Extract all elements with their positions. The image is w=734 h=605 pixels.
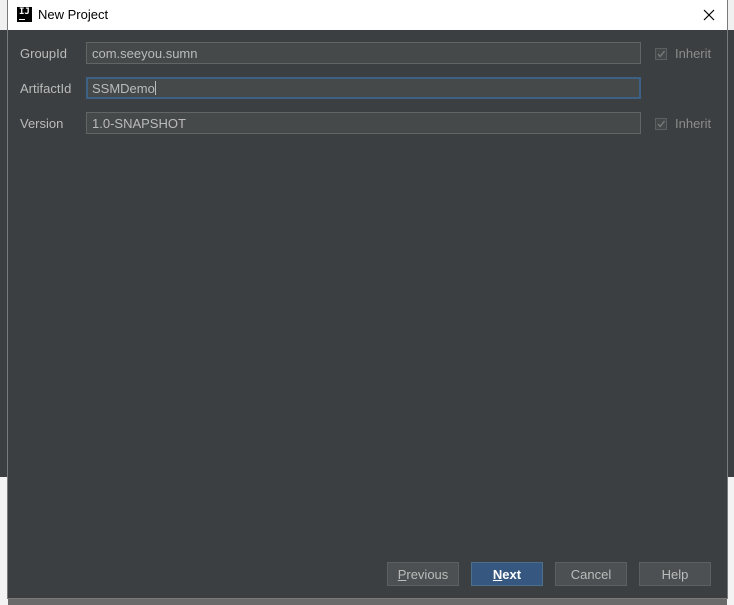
groupid-inherit-checkbox[interactable]: Inherit: [655, 46, 711, 61]
previous-label: revious: [406, 566, 449, 582]
artifactid-field[interactable]: SSMDemo: [86, 77, 641, 99]
artifactid-value: SSMDemo: [92, 81, 155, 96]
version-inherit-checkbox[interactable]: Inherit: [655, 116, 711, 131]
groupid-value: com.seeyou.sumn: [92, 46, 198, 61]
groupid-inherit-label: Inherit: [675, 46, 712, 61]
checkbox-box: [655, 47, 667, 60]
checkmark-icon: [657, 120, 666, 128]
background-window-edge-bottom-right: [727, 477, 734, 605]
version-value: 1.0-SNAPSHOT: [92, 116, 186, 131]
artifactid-label: ArtifactId: [20, 81, 72, 96]
close-icon: [703, 9, 715, 21]
version-field[interactable]: 1.0-SNAPSHOT: [86, 112, 641, 134]
next-button[interactable]: Next: [471, 562, 543, 586]
title-bar[interactable]: IJ New Project: [8, 0, 727, 30]
background-window-edge-right: [727, 30, 734, 477]
next-mnemonic: N: [492, 566, 503, 582]
version-inherit-label: Inherit: [675, 116, 712, 131]
help-button[interactable]: Help: [639, 562, 711, 586]
next-label: ext: [502, 566, 522, 582]
background-window-edge-bottom: [0, 477, 8, 605]
version-label: Version: [20, 116, 64, 131]
groupid-label: GroupId: [20, 46, 67, 61]
checkmark-icon: [657, 50, 666, 58]
window-title: New Project: [38, 7, 109, 22]
previous-button[interactable]: Previous: [387, 562, 459, 586]
previous-mnemonic: P: [397, 566, 407, 582]
intellij-idea-icon: IJ: [17, 7, 32, 22]
cancel-button[interactable]: Cancel: [555, 562, 627, 586]
text-caret: [154, 81, 156, 95]
close-button[interactable]: [698, 4, 720, 26]
checkbox-box: [655, 117, 667, 130]
groupid-field[interactable]: com.seeyou.sumn: [86, 42, 641, 64]
background-window-edge: [0, 30, 8, 477]
new-project-dialog: IJ New Project GroupId com.seeyou.sumn I…: [8, 0, 727, 598]
